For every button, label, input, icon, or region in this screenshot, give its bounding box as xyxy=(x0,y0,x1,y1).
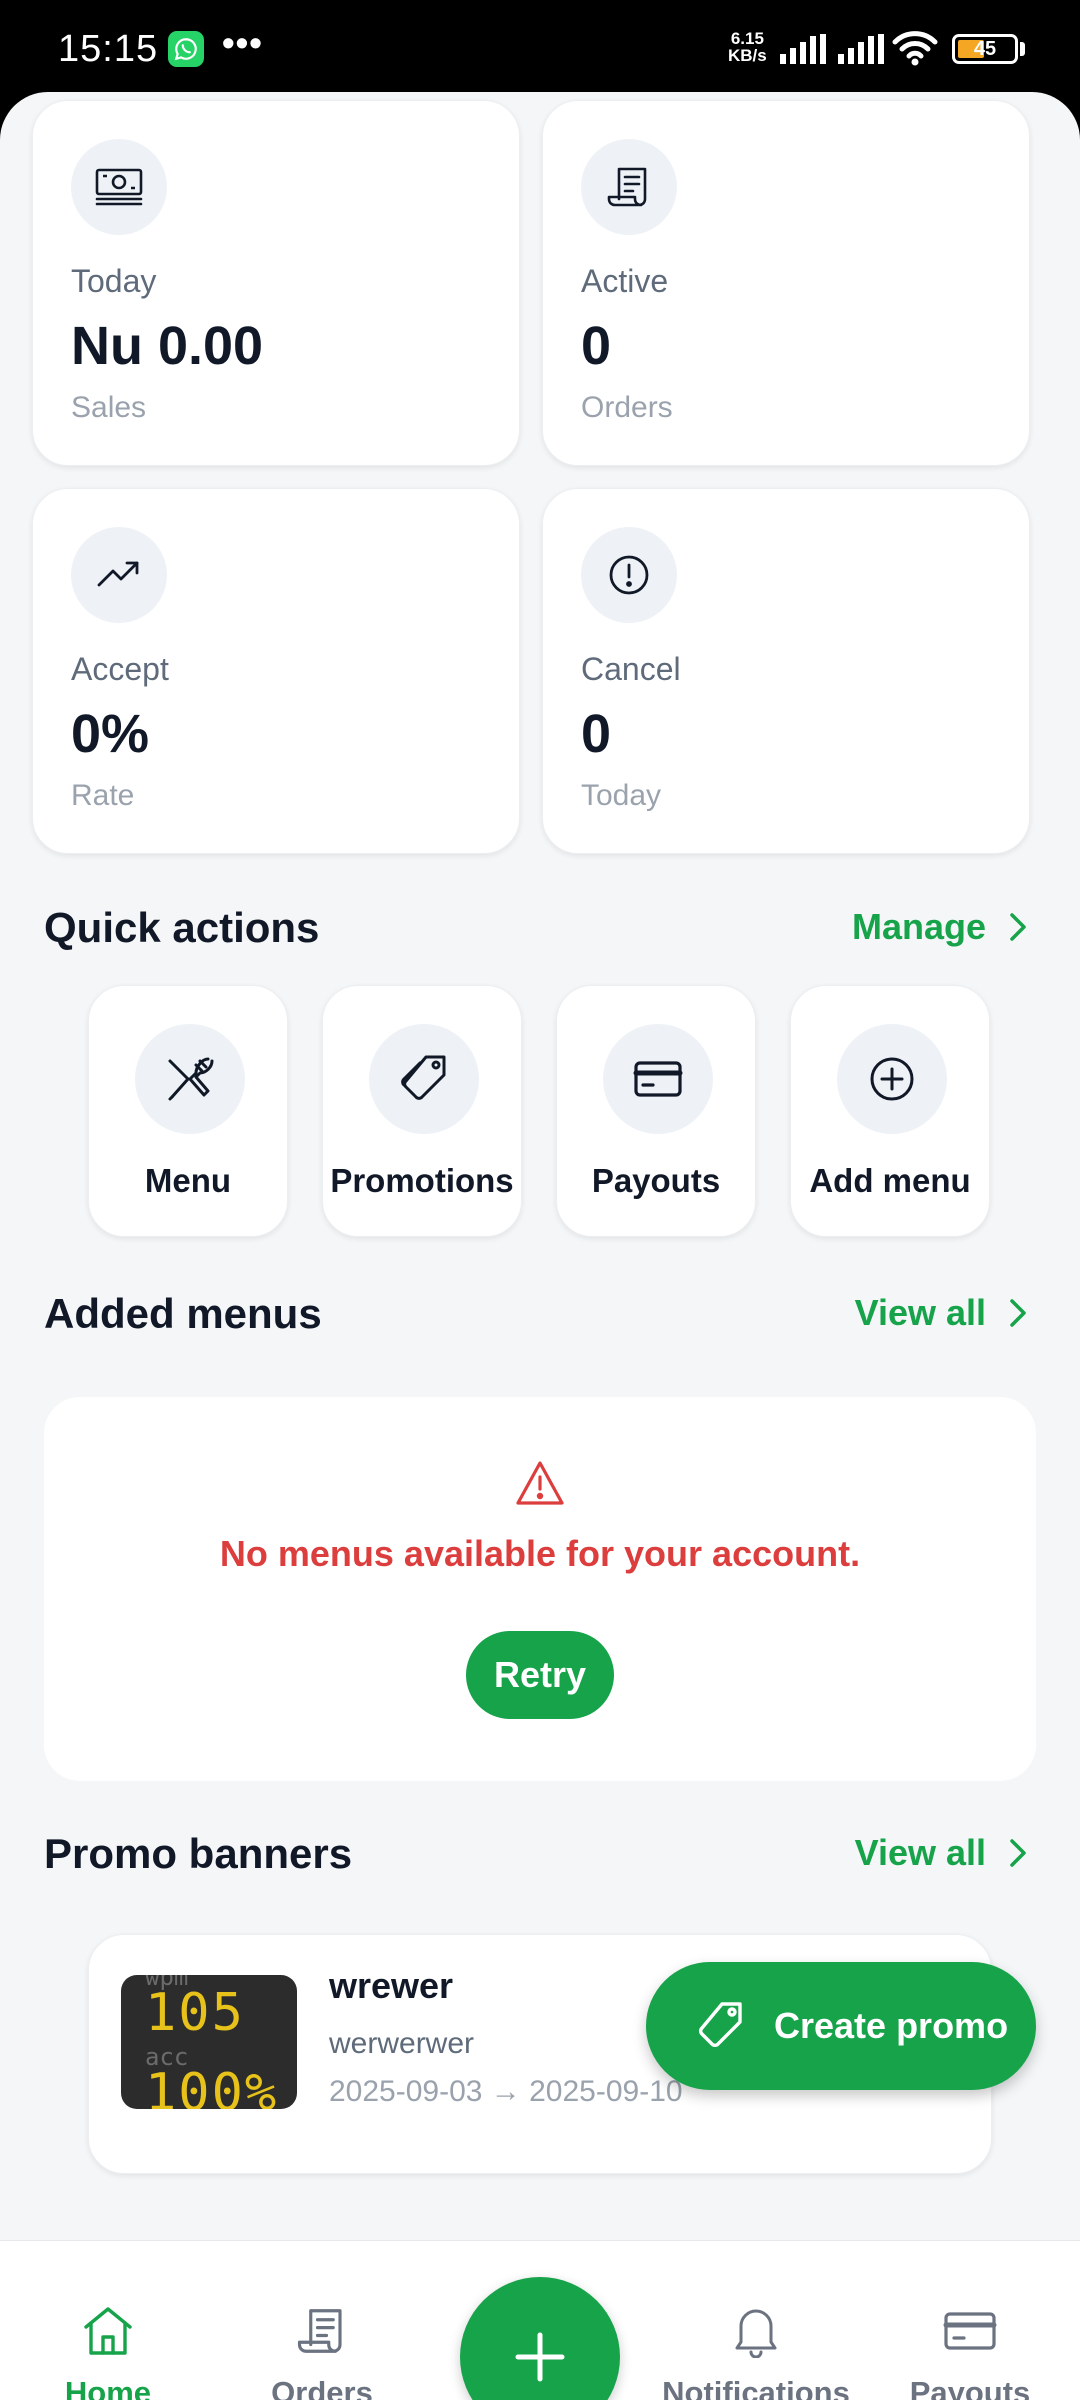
added-menus-view-all-link[interactable]: View all xyxy=(855,1292,1028,1334)
stat-card-cancel[interactable]: Cancel 0 Today xyxy=(542,488,1030,854)
card-icon xyxy=(870,2301,1070,2361)
stat-sub: Rate xyxy=(71,779,135,812)
added-menus-title: Added menus xyxy=(44,1290,322,1337)
stat-label: Active xyxy=(581,263,669,299)
receipt-icon xyxy=(222,2301,422,2361)
quick-action-label: Payouts xyxy=(591,1162,721,1199)
menus-error-message: No menus available for your account. xyxy=(219,1533,861,1574)
alert-circle-icon xyxy=(581,527,677,623)
stat-card-sales[interactable]: Today Nu 0.00 Sales xyxy=(32,100,520,466)
stat-value: 0% xyxy=(71,704,150,764)
added-menus-card: No menus available for your account. Ret… xyxy=(44,1397,1036,1781)
promo-title: wrewer xyxy=(329,1965,454,2006)
nav-orders[interactable]: Orders xyxy=(222,2301,422,2400)
home-icon xyxy=(8,2301,208,2361)
quick-actions-title: Quick actions xyxy=(44,904,320,951)
stat-value: Nu 0.00 xyxy=(71,316,264,376)
bell-icon xyxy=(656,2301,856,2361)
warning-icon xyxy=(516,1461,564,1505)
retry-button[interactable]: Retry xyxy=(466,1631,614,1719)
signal-icon xyxy=(780,34,826,64)
tag-icon xyxy=(699,2002,742,2047)
whatsapp-icon xyxy=(168,31,204,67)
stat-card-orders[interactable]: Active 0 Orders xyxy=(542,100,1030,466)
quick-action-add-menu[interactable]: Add menu xyxy=(790,985,990,1237)
more-notifications-icon: ••• xyxy=(222,22,263,63)
promo-thumbnail: wpm 105 acc 100% xyxy=(121,1975,297,2109)
nav-notifications-label: Notifications xyxy=(662,2375,850,2400)
promo-banners-view-all-link[interactable]: View all xyxy=(855,1832,1028,1874)
status-bar: 15:15 ••• 6.15 KB/s 45 xyxy=(0,0,1080,100)
stat-sub: Orders xyxy=(581,391,673,424)
cash-icon xyxy=(71,139,167,235)
create-promo-label: Create promo xyxy=(774,2005,1009,2046)
quick-action-menu[interactable]: Menu xyxy=(88,985,288,1237)
create-promo-button[interactable]: Create promo xyxy=(646,1962,1036,2090)
chevron-right-icon xyxy=(1010,1299,1026,1327)
chevron-right-icon xyxy=(1010,1839,1026,1867)
stat-value: 0 xyxy=(581,316,612,376)
quick-action-payouts[interactable]: Payouts xyxy=(556,985,756,1237)
nav-payouts-label: Payouts xyxy=(909,2375,1031,2400)
nav-payouts[interactable]: Payouts xyxy=(870,2301,1070,2400)
receipt-icon xyxy=(581,139,677,235)
nav-home[interactable]: Home xyxy=(8,2301,208,2400)
quick-action-label: Promotions xyxy=(330,1162,514,1199)
nav-orders-label: Orders xyxy=(271,2375,373,2400)
add-button[interactable] xyxy=(460,2277,620,2400)
promo-description: werwerwer xyxy=(329,2027,475,2060)
bottom-nav: Home Orders Notifications Payouts xyxy=(0,2240,1080,2400)
plus-circle-icon xyxy=(837,1024,947,1134)
manage-link[interactable]: Manage xyxy=(852,906,1028,948)
plus-icon xyxy=(515,2332,565,2382)
network-speed: 6.15 KB/s xyxy=(728,29,767,65)
stat-card-accept-rate[interactable]: Accept 0% Rate xyxy=(32,488,520,854)
status-time: 15:15 xyxy=(58,28,159,70)
stat-label: Cancel xyxy=(581,651,681,687)
tag-icon xyxy=(369,1024,479,1134)
stat-sub: Today xyxy=(581,779,662,812)
utensils-icon xyxy=(135,1024,245,1134)
stat-label: Today xyxy=(71,263,157,299)
trending-up-icon xyxy=(71,527,167,623)
stat-label: Accept xyxy=(71,651,169,687)
home-screen: Today Nu 0.00 Sales Active 0 Orders Acce… xyxy=(0,92,1080,2400)
quick-action-label: Menu xyxy=(144,1162,232,1199)
chevron-right-icon xyxy=(1010,913,1026,941)
card-icon xyxy=(603,1024,713,1134)
nav-home-label: Home xyxy=(64,2375,152,2400)
battery-icon: 45 xyxy=(952,34,1018,64)
promo-banners-title: Promo banners xyxy=(44,1830,353,1877)
wifi-icon xyxy=(892,31,938,66)
signal-icon-2 xyxy=(838,34,884,64)
quick-action-label: Add menu xyxy=(809,1162,971,1199)
promo-dates: 2025-09-03 → 2025-09-10 xyxy=(329,2075,683,2108)
nav-notifications[interactable]: Notifications xyxy=(656,2301,856,2400)
stat-value: 0 xyxy=(581,704,612,764)
quick-action-promotions[interactable]: Promotions xyxy=(322,985,522,1237)
stat-sub: Sales xyxy=(71,391,147,424)
